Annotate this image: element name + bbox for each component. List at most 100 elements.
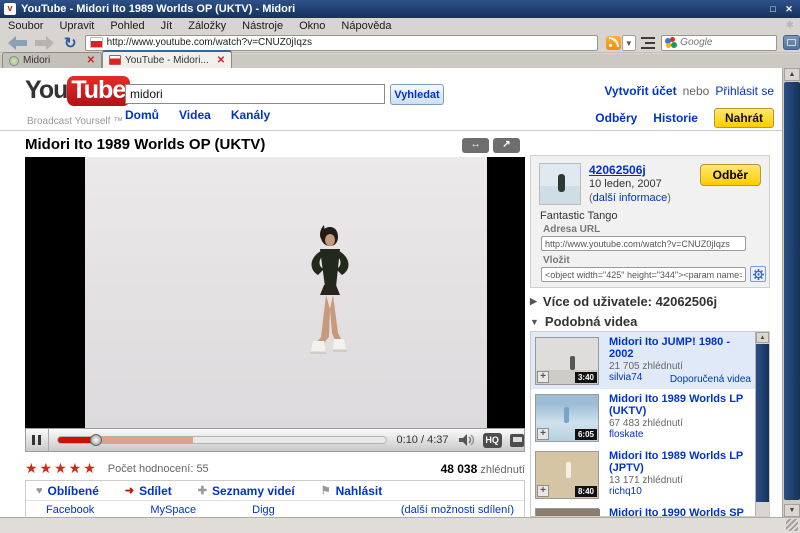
volume-icon[interactable] — [458, 434, 475, 446]
scrollbar-thumb[interactable] — [756, 344, 769, 502]
heart-icon: ♥ — [36, 484, 43, 497]
nav-channels[interactable]: Kanály — [231, 108, 270, 122]
embed-code-field[interactable] — [541, 267, 746, 282]
reload-button[interactable]: ↻ — [64, 34, 77, 52]
hq-button[interactable]: HQ — [482, 432, 502, 448]
scroll-down-icon[interactable]: ▼ — [784, 504, 800, 517]
seek-bar[interactable] — [56, 434, 387, 446]
video-thumbnail[interactable]: + 6:05 — [535, 394, 599, 442]
add-to-quicklist-button[interactable]: + — [537, 371, 549, 383]
related-title-link[interactable]: Midori Ito 1989 Worlds LP (JPTV) — [609, 450, 753, 474]
facebook-link[interactable]: Facebook — [46, 504, 94, 516]
playlists-action[interactable]: ✚ Seznamy videí — [198, 484, 295, 498]
related-video-item[interactable]: + 6:05 Midori Ito 1989 Worlds LP (UKTV) … — [531, 389, 757, 446]
avatar[interactable] — [539, 163, 581, 205]
create-account-link[interactable]: Vytvořit účet — [604, 84, 676, 98]
video-url-field[interactable] — [541, 236, 746, 251]
add-to-quicklist-button[interactable]: + — [537, 428, 549, 440]
rss-icon[interactable] — [606, 35, 621, 50]
related-title-link[interactable]: Midori Ito 1989 Worlds LP (UKTV) — [609, 393, 753, 417]
url-field-label: Adresa URL — [543, 224, 601, 235]
back-button[interactable] — [8, 35, 27, 50]
youtube-logo[interactable]: You Tube — [25, 76, 131, 106]
uploader-name-link[interactable]: 42062506j — [589, 163, 646, 177]
resize-player-button[interactable]: ↔ — [462, 138, 489, 153]
tab-close-icon[interactable]: ✕ — [209, 55, 225, 66]
seek-knob[interactable] — [89, 434, 102, 446]
tab-youtube[interactable]: YouTube - Midori... ✕ — [102, 50, 233, 68]
url-input[interactable] — [106, 37, 598, 48]
menu-bookmarks[interactable]: Záložky — [180, 20, 234, 32]
time-display: 0:10 / 4:37 — [396, 434, 449, 446]
add-to-quicklist-button[interactable]: + — [537, 485, 549, 497]
flag-action[interactable]: ⚑ Nahlásit — [321, 484, 383, 498]
related-video-item[interactable]: + 3:40 Midori Ito JUMP! 1980 - 2002 21 7… — [531, 332, 757, 389]
favorite-action[interactable]: ♥ Oblíbené — [36, 484, 99, 498]
site-search-input[interactable] — [125, 84, 385, 104]
tab-close-icon[interactable]: ✕ — [79, 55, 95, 66]
browser-window: v YouTube - Midori Ito 1989 Worlds OP (U… — [0, 0, 800, 533]
nav-videos[interactable]: Videa — [179, 108, 211, 122]
upload-button[interactable]: Nahrát — [713, 108, 774, 128]
related-video-item[interactable]: + 8:40 Midori Ito 1989 Worlds LP (JPTV) … — [531, 446, 757, 503]
nav-home[interactable]: Domů — [125, 108, 159, 122]
related-user-link[interactable]: floskate — [609, 429, 753, 440]
menu-view[interactable]: Pohled — [102, 20, 152, 32]
url-bar[interactable] — [84, 34, 599, 51]
scroll-up-icon[interactable]: ▲ — [784, 68, 800, 81]
promoted-videos-link[interactable]: Doporučená videa — [670, 374, 751, 385]
page-scrollbar[interactable]: ▲ ▼ — [782, 68, 800, 517]
menu-edit[interactable]: Upravit — [51, 20, 102, 32]
page-content: YouTube Broadcast Yourself ™ Vyhledat Do… — [0, 68, 782, 517]
related-scrollbar[interactable]: ▲ — [755, 332, 769, 516]
related-videos-heading[interactable]: ▼ Podobná videa — [530, 314, 637, 329]
search-button[interactable]: Vyhledat — [390, 84, 444, 105]
digg-link[interactable]: Digg — [252, 504, 275, 516]
related-user-link[interactable]: richq10 — [609, 486, 753, 497]
throbber-icon: ✱ — [785, 20, 794, 31]
video-thumbnail[interactable]: + — [535, 508, 600, 516]
web-search-box[interactable] — [661, 34, 778, 51]
duration-badge: 8:40 — [574, 486, 597, 497]
video-thumbnail[interactable]: + 3:40 — [535, 337, 599, 385]
share-action[interactable]: ➜ Sdílet — [125, 484, 172, 498]
menu-window[interactable]: Okno — [291, 20, 333, 32]
trash-icon[interactable] — [783, 35, 800, 50]
close-button[interactable]: ✕ — [783, 4, 795, 15]
more-from-user-heading[interactable]: ▶ Více od uživatele: 42062506j — [530, 294, 717, 309]
web-search-input[interactable] — [680, 37, 777, 48]
pause-button[interactable] — [26, 429, 49, 451]
url-dropdown-button[interactable]: ▼ — [621, 34, 637, 51]
rating-stars[interactable]: ★★★★★ — [25, 460, 98, 477]
tab-midori[interactable]: Midori ✕ — [2, 52, 102, 68]
view-count: 48 038 zhlédnutí — [440, 461, 525, 476]
forward-button[interactable] — [35, 35, 54, 50]
embed-options-button[interactable] — [750, 266, 766, 282]
subscriptions-link[interactable]: Odběry — [595, 111, 637, 125]
history-link[interactable]: Historie — [653, 111, 698, 125]
bookmarks-icon[interactable] — [641, 36, 656, 49]
video-player[interactable]: 0:10 / 4:37 HQ — [25, 157, 525, 452]
video-screen[interactable] — [25, 157, 525, 428]
related-title-link[interactable]: Midori Ito 1990 Worlds SP UKTV — [609, 507, 753, 516]
maximize-button[interactable]: □ — [767, 4, 779, 15]
menu-file[interactable]: Soubor — [0, 20, 51, 32]
scrollbar-thumb[interactable] — [784, 82, 800, 500]
menu-help[interactable]: Nápověda — [333, 20, 399, 32]
popout-button[interactable]: ↗ — [493, 138, 520, 153]
subscribe-button[interactable]: Odběr — [699, 164, 761, 186]
fullscreen-button[interactable] — [509, 433, 524, 447]
menu-tools[interactable]: Nástroje — [234, 20, 291, 32]
menu-go[interactable]: Jít — [153, 20, 181, 32]
more-info-link[interactable]: další informace — [593, 192, 668, 204]
video-description: Fantastic Tango — [540, 210, 618, 222]
related-video-item[interactable]: + Midori Ito 1990 Worlds SP UKTV 61 765 … — [531, 503, 757, 516]
sign-in-link[interactable]: Přihlásit se — [715, 84, 774, 98]
scroll-up-icon[interactable]: ▲ — [756, 332, 769, 343]
video-thumbnail[interactable]: + 8:40 — [535, 451, 599, 499]
resize-grip[interactable] — [786, 519, 798, 531]
related-title-link[interactable]: Midori Ito JUMP! 1980 - 2002 — [609, 336, 753, 360]
myspace-link[interactable]: MySpace — [150, 504, 196, 516]
related-videos-box: + 3:40 Midori Ito JUMP! 1980 - 2002 21 7… — [530, 331, 770, 517]
more-share-options-link[interactable]: (další možnosti sdílení) — [401, 504, 514, 516]
